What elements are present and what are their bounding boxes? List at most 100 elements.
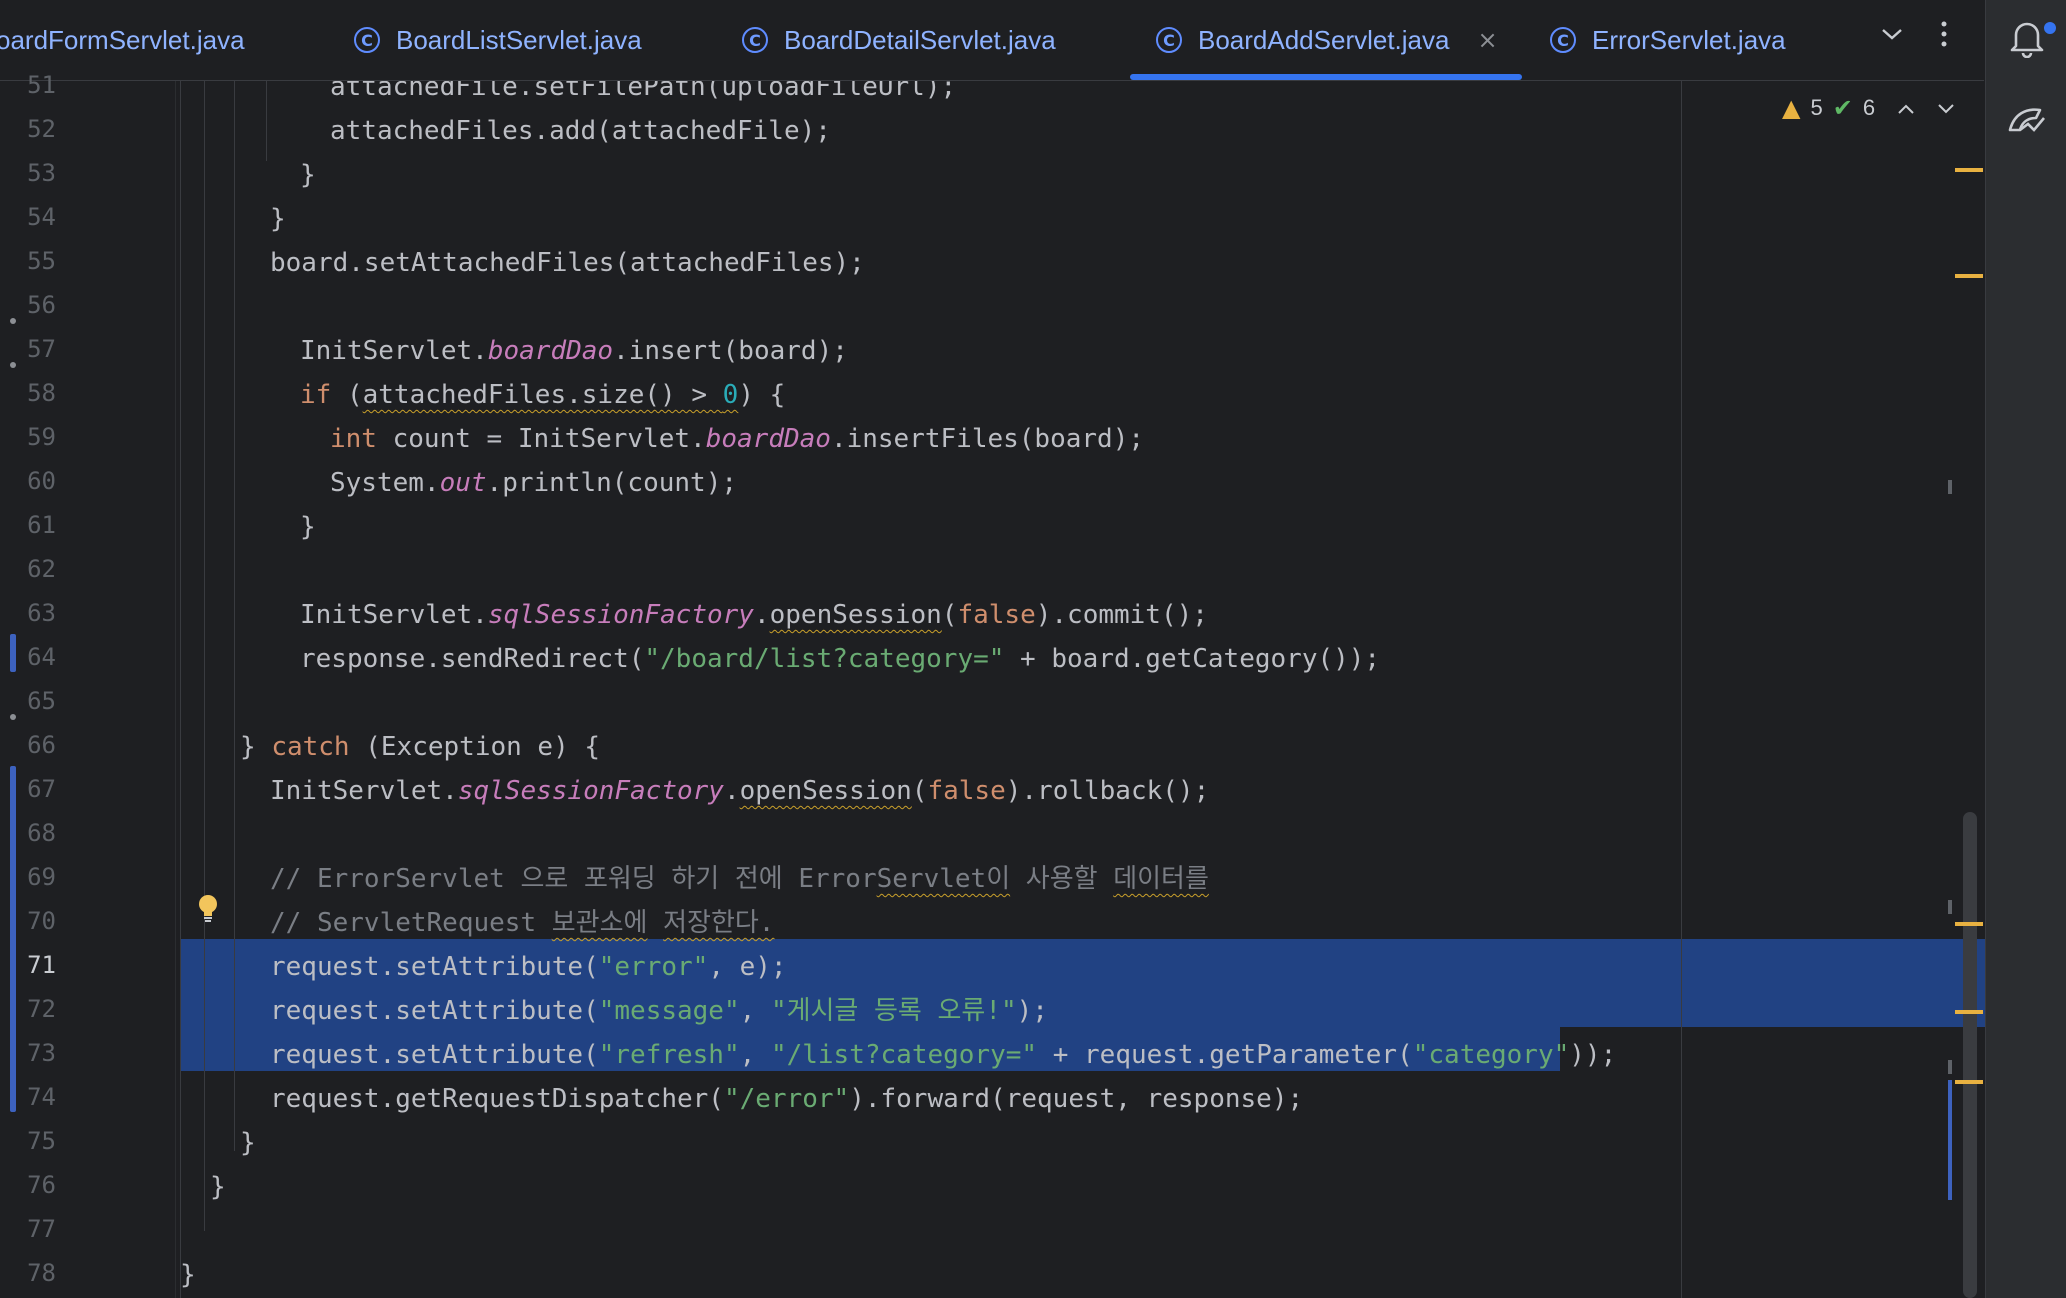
line-number[interactable]: 67 (0, 775, 56, 803)
code-text: attachedFiles.add(attachedFile); (330, 116, 831, 146)
code-text: ).rollback(); (1005, 776, 1210, 806)
keyword: int (330, 424, 377, 454)
fold-marker[interactable] (10, 714, 16, 720)
chevron-down-icon[interactable] (1937, 96, 1955, 121)
code-text: InitServlet. (270, 776, 458, 806)
line-number[interactable]: 72 (0, 995, 56, 1023)
number-literal: 0 (722, 380, 739, 410)
chevron-up-icon[interactable] (1897, 96, 1915, 121)
notification-bell-icon[interactable] (2008, 18, 2046, 63)
line-number[interactable]: 78 (0, 1259, 56, 1287)
code-editor[interactable]: attachedFile.setFilePath(uploadFileUrl);… (176, 81, 1985, 1298)
line-number[interactable]: 59 (0, 423, 56, 451)
string-literal: "category" (1412, 1040, 1570, 1070)
close-icon[interactable]: × (1477, 26, 1497, 54)
tab-board-add-servlet[interactable]: C BoardAddServlet.java × (1130, 0, 1522, 80)
line-number[interactable]: 62 (0, 555, 56, 583)
string-literal: "게시글 등록 오류!" (770, 996, 1017, 1026)
line-number[interactable]: 61 (0, 511, 56, 539)
line-number[interactable]: 53 (0, 159, 56, 187)
code-text: board.setAttachedFiles(attachedFiles); (270, 248, 865, 278)
warning-stripe-mark[interactable] (1955, 1080, 1983, 1084)
tab-board-list-servlet[interactable]: C BoardListServlet.java (354, 0, 642, 80)
line-number[interactable]: 69 (0, 863, 56, 891)
vcs-change-marker[interactable] (10, 634, 16, 672)
code-line-63: InitServlet.sqlSessionFactory.openSessio… (300, 593, 1208, 637)
line-number[interactable]: 70 (0, 907, 56, 935)
warning-stripe-mark[interactable] (1955, 168, 1983, 172)
more-icon[interactable] (1938, 20, 1950, 55)
tab-error-servlet[interactable]: C ErrorServlet.java (1550, 0, 1786, 80)
code-text: } (300, 160, 316, 190)
line-number[interactable]: 73 (0, 1039, 56, 1067)
editor-tab-bar: oardFormServlet.java C BoardListServlet.… (0, 0, 1984, 81)
code-text: . (753, 600, 770, 630)
line-number[interactable]: 64 (0, 643, 56, 671)
tab-board-detail-servlet[interactable]: C BoardDetailServlet.java (742, 0, 1056, 80)
line-number[interactable]: 58 (0, 379, 56, 407)
line-number[interactable]: 56 (0, 291, 56, 319)
info-stripe-mark[interactable] (1948, 480, 1952, 494)
indent-guide (204, 81, 205, 1231)
line-number[interactable]: 63 (0, 599, 56, 627)
inspection-widget[interactable]: ▲ 5 ✔ 6 (1782, 94, 1955, 122)
comment-text: Servlet이 (876, 864, 1011, 894)
comment-text (647, 908, 663, 938)
vcs-change-marker[interactable] (10, 766, 16, 1112)
static-field: boardDao (487, 336, 614, 366)
line-number[interactable]: 77 (0, 1215, 56, 1243)
code-text: ( (911, 776, 928, 806)
info-stripe-mark[interactable] (1948, 1060, 1952, 1074)
line-number[interactable]: 52 (0, 115, 56, 143)
ai-assistant-icon[interactable] (2006, 100, 2048, 145)
fold-marker[interactable] (10, 318, 16, 324)
code-text: } (210, 1172, 226, 1202)
line-number[interactable]: 74 (0, 1083, 56, 1111)
code-line-69: // ErrorServlet 으로 포워딩 하기 전에 ErrorServle… (270, 857, 1209, 901)
line-number[interactable]: 55 (0, 247, 56, 275)
line-number[interactable]: 66 (0, 731, 56, 759)
code-text: ( (941, 600, 958, 630)
code-text: , (739, 1040, 771, 1070)
code-text: .insertFiles(board); (830, 424, 1145, 454)
code-line-59: int count = InitServlet.boardDao.insertF… (330, 417, 1144, 461)
code-text: response.sendRedirect( (300, 644, 645, 674)
right-tool-strip (1985, 0, 2066, 1298)
comment-text: // ErrorServlet 으로 포워딩 하기 전에 Error (270, 864, 877, 894)
code-text: ); (1016, 996, 1048, 1026)
line-number[interactable]: 76 (0, 1171, 56, 1199)
code-line-60: System.out.println(count); (330, 461, 737, 505)
line-number[interactable]: 57 (0, 335, 56, 363)
code-line-55: board.setAttachedFiles(attachedFiles); (270, 241, 865, 285)
line-number[interactable]: 65 (0, 687, 56, 715)
static-field: sqlSessionFactory (457, 776, 724, 806)
chevron-down-icon[interactable] (1880, 20, 1904, 53)
warning-stripe-mark[interactable] (1955, 922, 1983, 926)
line-number[interactable]: 51 (0, 71, 56, 99)
code-line-76: } (210, 1165, 226, 1209)
indent-guide (180, 81, 181, 1298)
line-number[interactable]: 75 (0, 1127, 56, 1155)
comment-text: 데이터를 (1113, 864, 1209, 894)
line-number[interactable]: 71 (0, 951, 56, 979)
fold-marker[interactable] (10, 362, 16, 368)
code-text: ( (331, 380, 363, 410)
string-literal: "/error" (723, 1084, 850, 1114)
keyword: false (957, 600, 1036, 630)
code-text: ) { (738, 380, 786, 410)
line-number[interactable]: 60 (0, 467, 56, 495)
vertical-scrollbar[interactable] (1963, 812, 1977, 1298)
class-icon: C (1550, 27, 1576, 53)
keyword: if (300, 380, 332, 410)
warning-stripe-mark[interactable] (1955, 274, 1983, 278)
line-number[interactable]: 54 (0, 203, 56, 231)
code-text: openSession (739, 776, 912, 806)
static-field: boardDao (705, 424, 831, 454)
warning-stripe-mark[interactable] (1955, 1010, 1983, 1014)
lightbulb-icon[interactable] (196, 893, 220, 928)
static-field: out (439, 468, 487, 498)
tab-board-form-servlet[interactable]: oardFormServlet.java (0, 0, 245, 80)
tab-label: ErrorServlet.java (1592, 24, 1786, 55)
info-stripe-mark[interactable] (1948, 900, 1952, 914)
line-number[interactable]: 68 (0, 819, 56, 847)
